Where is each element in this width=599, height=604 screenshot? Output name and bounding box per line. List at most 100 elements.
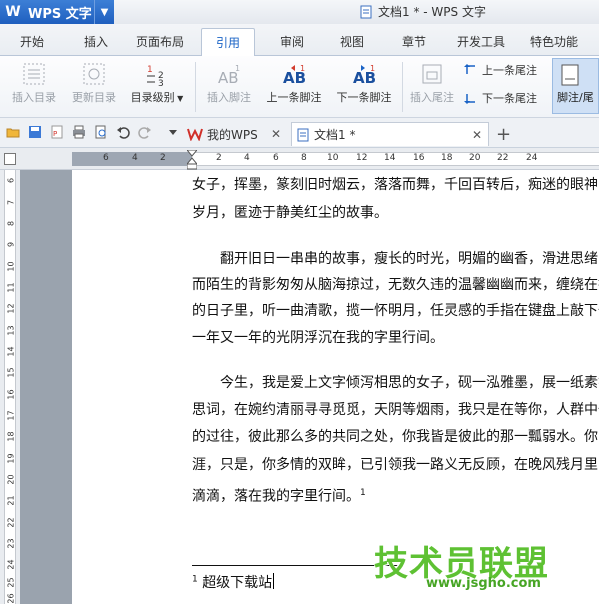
tab-review[interactable]: 审阅 [280, 33, 304, 50]
print-icon[interactable] [72, 125, 86, 139]
wps-app-menu-button[interactable]: W WPS 文字 ▼ [0, 0, 114, 24]
prev-footnote-label: 上一条脚注 [266, 91, 322, 104]
tab-document1-label: 文档1 * [314, 128, 356, 142]
ruler-number: 2 [216, 153, 222, 163]
update-toc-button[interactable]: 更新目录 [66, 62, 122, 105]
footnote-number: 1 [192, 574, 198, 585]
next-footnote-icon: AB1 [353, 64, 376, 86]
footnote-reference-mark[interactable]: 1 [360, 488, 366, 498]
footnote[interactable]: 1 超级下载站 [192, 572, 275, 592]
tab-insert[interactable]: 插入 [84, 33, 108, 50]
prev-footnote-icon: AB1 [283, 64, 306, 86]
ruler-number: 7 [6, 199, 16, 206]
svg-text:1: 1 [370, 64, 375, 73]
chevron-down-icon[interactable]: ▼ [94, 0, 114, 24]
ruler-number: 12 [356, 153, 368, 163]
close-icon[interactable]: ✕ [472, 128, 482, 142]
tab-references[interactable]: 引用 [201, 28, 256, 57]
ruler-number: 6 [103, 153, 109, 163]
next-endnote-button[interactable]: 下一条尾注 [464, 90, 537, 106]
ruler-number: 24 [6, 559, 16, 570]
save-icon[interactable] [28, 125, 42, 139]
ruler-number: 22 [497, 153, 509, 163]
insert-endnote-button[interactable]: 插入尾注 [406, 62, 458, 105]
insert-footnote-button[interactable]: AB 1 插入脚注 [201, 62, 257, 105]
tab-home[interactable]: 开始 [20, 33, 44, 50]
tab-special-features[interactable]: 特色功能 [530, 33, 578, 50]
prev-endnote-label: 上一条尾注 [482, 64, 537, 77]
prev-footnote-button[interactable]: AB 1 上一条脚注 [261, 62, 327, 105]
insert-toc-button[interactable]: 插入目录 [6, 62, 62, 105]
prev-endnote-icon [464, 64, 475, 74]
tab-developer[interactable]: 开发工具 [457, 33, 505, 50]
ruler-number: 14 [384, 153, 396, 163]
wps-logo-icon [187, 128, 203, 141]
body-line[interactable]: 岁月，匿迹于静美红尘的故事。 [192, 198, 599, 229]
next-footnote-button[interactable]: AB 1 下一条脚注 [331, 62, 397, 105]
tab-my-wps[interactable]: 我的WPS ✕ [187, 122, 287, 146]
footnote-text[interactable]: 超级下载站 [202, 575, 272, 591]
ruler-number: 22 [6, 517, 16, 528]
ruler-number: 9 [6, 241, 16, 248]
next-endnote-label: 下一条尾注 [482, 92, 537, 105]
separator [402, 62, 403, 112]
tab-page-layout[interactable]: 页面布局 [136, 33, 184, 50]
new-tab-icon[interactable]: + [496, 124, 511, 145]
toc-level-icon: 123 [147, 65, 164, 86]
ruler-number: 20 [6, 474, 16, 485]
tab-document1[interactable]: 文档1 * ✕ [291, 122, 489, 146]
body-line[interactable]: 女子，挥墨，篆刻旧时烟云，落落而舞，千回百转后，痴迷的眼神， [192, 170, 599, 201]
tab-stop-selector[interactable] [4, 153, 16, 165]
toc-level-label: 目录级别 [130, 91, 175, 104]
document-icon [360, 5, 372, 18]
insert-footnote-label: 插入脚注 [207, 91, 251, 104]
tab-chapter[interactable]: 章节 [402, 33, 426, 50]
insert-toc-icon [23, 63, 45, 85]
prev-endnote-button[interactable]: 上一条尾注 [464, 62, 537, 78]
chevron-down-icon: ▼ [174, 94, 184, 103]
svg-text:1: 1 [300, 64, 305, 73]
print-preview-icon[interactable] [94, 125, 108, 139]
app-name: WPS 文字 [28, 6, 92, 22]
title-bar: W WPS 文字 ▼ 文档1 * - WPS 文字 [0, 0, 599, 24]
close-icon[interactable]: ✕ [271, 127, 281, 141]
open-folder-icon[interactable] [6, 125, 20, 139]
ruler-number: 10 [327, 153, 339, 163]
document-icon [297, 128, 309, 141]
ruler-number: 6 [273, 153, 279, 163]
body-line[interactable]: 的过往，彼此那么多的共同之处，你我皆是彼此的那一瓢弱水。你已 [192, 422, 599, 453]
ruler-number: 2 [160, 153, 166, 163]
ruler-number: 12 [6, 303, 16, 314]
ruler-number: 17 [6, 410, 16, 421]
customize-dropdown-icon[interactable] [166, 125, 180, 139]
tab-view[interactable]: 视图 [340, 33, 364, 50]
ruler-number: 14 [6, 346, 16, 357]
footnote-endnote-icon [561, 64, 579, 86]
ruler-number: 13 [6, 325, 16, 336]
ruler-number: 11 [6, 282, 16, 293]
ruler-number: 16 [6, 389, 16, 400]
indent-marker-icon[interactable] [187, 150, 197, 170]
ribbon-toolbar: 插入目录 更新目录 123 目录级别 ▼ AB 1 插入脚注 AB 1 上一条脚注 … [0, 56, 599, 118]
separator [195, 62, 196, 112]
ruler-number: 8 [301, 153, 307, 163]
ruler-number: 15 [6, 367, 16, 378]
text-cursor [273, 573, 275, 589]
undo-icon[interactable] [116, 125, 130, 139]
wps-logo-icon: W [5, 4, 21, 20]
ruler-number: 19 [6, 453, 16, 464]
svg-text:P: P [53, 130, 57, 138]
quick-access-bar: P 我的WPS ✕ 文档1 * ✕ + [0, 118, 599, 148]
ruler-number: 25 [6, 577, 16, 588]
ruler-number: 23 [6, 538, 16, 549]
export-pdf-icon[interactable]: P [50, 125, 64, 139]
body-line-last[interactable]: 滴滴，落在我的字里行间。1 [192, 478, 392, 513]
toc-level-button[interactable]: 123 目录级别 ▼ [126, 62, 188, 105]
footnote-endnote-button[interactable]: 脚注/尾 [552, 58, 599, 114]
body-line[interactable]: 涯，只是，你多情的双眸，已引领我一路义无反顾，在晚风残月里， [192, 450, 599, 481]
svg-text:1: 1 [235, 64, 240, 73]
body-line[interactable]: 一年又一年的光阴浮沉在我的字里行间。 [192, 323, 599, 354]
footnote-endnote-label: 脚注/尾 [557, 91, 594, 104]
insert-toc-label: 插入目录 [12, 91, 56, 104]
redo-icon[interactable] [138, 125, 152, 139]
